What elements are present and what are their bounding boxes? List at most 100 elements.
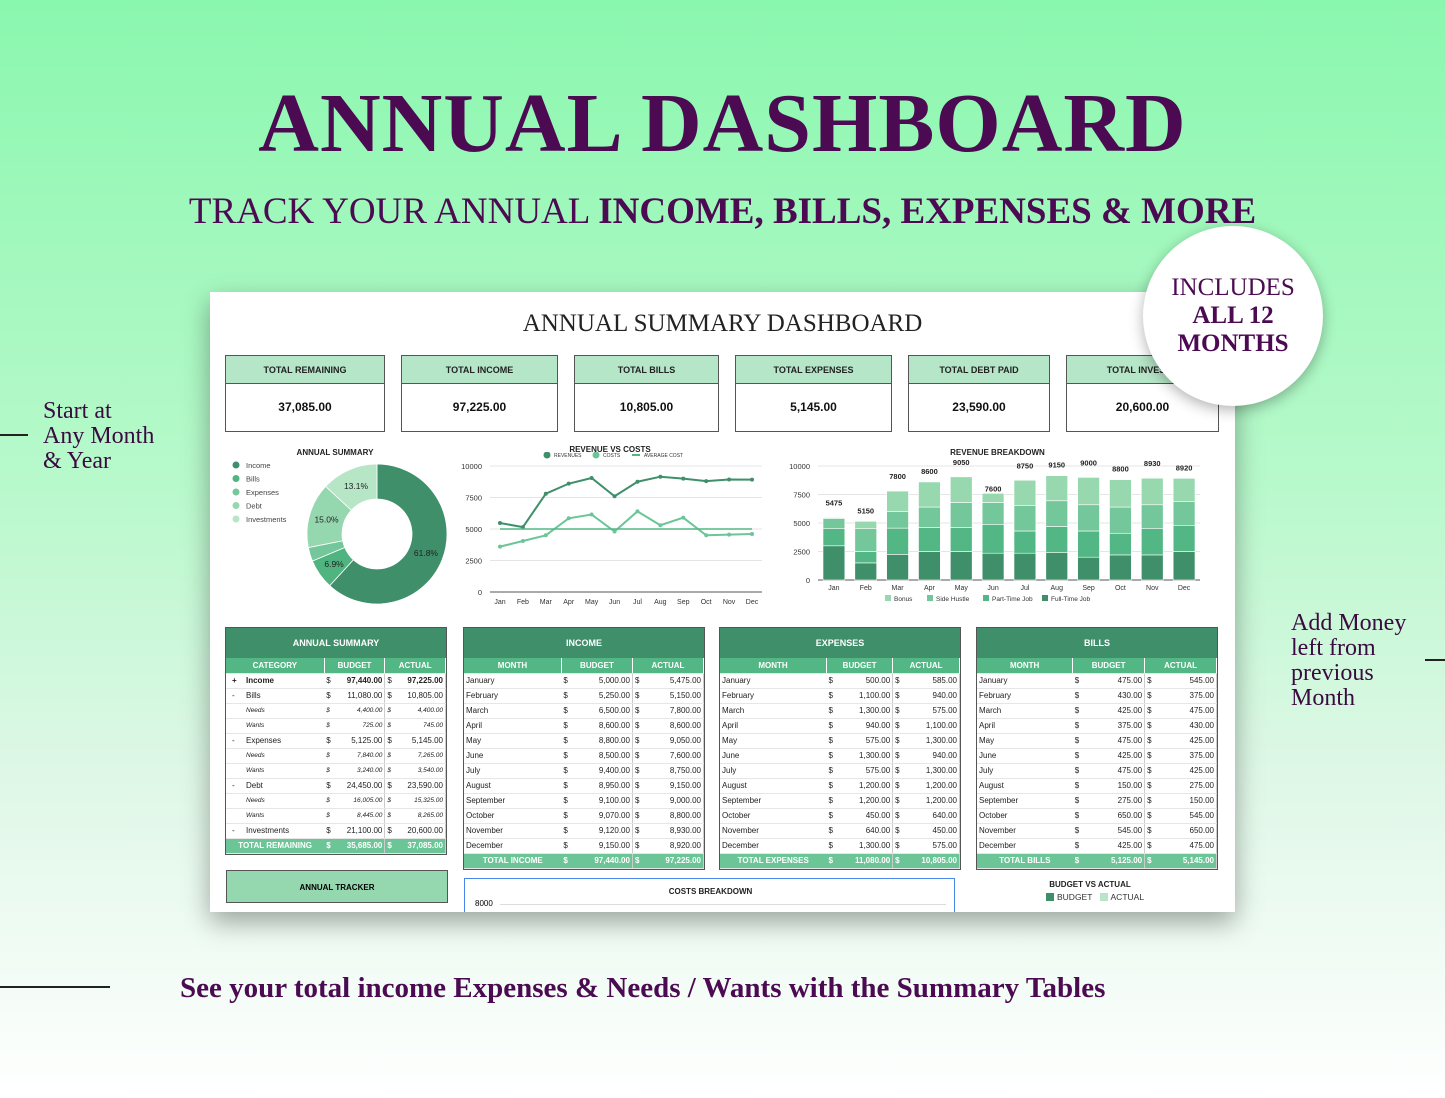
currency: $ (384, 703, 395, 719)
actual-cell: 5,150.00 (642, 688, 705, 704)
slice-label: 15.0% (314, 515, 339, 525)
bottom-caption: See your total income Expenses & Needs /… (180, 972, 1106, 1004)
data-point (750, 477, 754, 482)
table-row: December $1,300.00 $575.00 (720, 838, 960, 854)
kpi-value: 23,590.00 (952, 400, 1006, 414)
x-tick: Jul (1020, 585, 1029, 592)
currency: $ (1072, 793, 1083, 809)
currency: $ (1144, 778, 1155, 794)
table-row: November $9,120.00 $8,930.00 (464, 823, 705, 839)
bar-segment-side-hustle (822, 518, 846, 530)
legend-dot (232, 502, 240, 509)
actual-cell: 450.00 (902, 823, 960, 839)
currency: $ (561, 823, 572, 839)
currency: $ (324, 763, 335, 779)
expand-toggle[interactable]: + (232, 676, 246, 685)
currency: $ (324, 703, 335, 719)
currency: $ (1144, 733, 1155, 749)
table-row: Needs $16,005.00 $15,325.00 (226, 793, 446, 809)
bottom-divider (0, 986, 110, 988)
budget-cell: 9,400.00 (571, 763, 633, 779)
header-row: MONTH BUDGET ACTUAL (464, 658, 705, 674)
actual-cell: 275.00 (1154, 778, 1217, 794)
kpi-card: TOTAL DEBT PAID 23,590.00 (908, 355, 1050, 432)
month-cell: April (720, 718, 827, 734)
budget-cell: 11,080.00 (334, 688, 386, 704)
bar-segment-side-hustle (1172, 501, 1196, 526)
data-point (681, 476, 686, 481)
budget-cell: 575.00 (836, 733, 894, 749)
subtitle-bold: INCOME, BILLS, EXPENSES & MORE (598, 191, 1257, 232)
currency: $ (384, 733, 395, 749)
bar-total-label: 8750 (1017, 461, 1034, 470)
currency: $ (632, 733, 643, 749)
month-cell: March (464, 703, 562, 719)
total-label: TOTAL INCOME (464, 853, 562, 869)
currency: $ (1144, 823, 1155, 839)
expand-toggle[interactable]: - (232, 781, 246, 790)
expand-toggle[interactable]: - (232, 826, 246, 835)
x-tick: Jul (633, 599, 642, 606)
budget-cell: 575.00 (836, 763, 894, 779)
bar-segment-full-time-job (886, 554, 909, 581)
expand-toggle[interactable]: - (232, 691, 246, 700)
bar-total-label: 9150 (1048, 461, 1065, 470)
month-cell: March (720, 703, 827, 719)
actual-cell: 745.00 (394, 718, 446, 734)
bar-segment-full-time-job (1013, 552, 1037, 581)
currency: $ (826, 793, 837, 809)
data-point (727, 477, 732, 482)
data-point (658, 474, 663, 479)
y-tick: 7500 (793, 491, 810, 500)
budget-cell: 16,005.00 (334, 793, 386, 809)
currency: $ (384, 673, 395, 689)
category-label: Wants (246, 812, 265, 819)
budget-cell: 9,070.00 (571, 808, 633, 824)
data-point (566, 516, 571, 521)
data-point (498, 544, 502, 549)
revenue-breakdown-chart: 0 2500 5000 7500 10000 5475 Jan 5150 Feb 7800 Mar 8… (789, 458, 1200, 603)
legend-label: Expenses (246, 488, 279, 497)
expand-toggle[interactable]: - (232, 736, 246, 745)
legend-swatch (1046, 893, 1054, 901)
data-point (635, 509, 640, 514)
legend-swatch (885, 595, 891, 601)
annual-tracker-button[interactable]: ANNUAL TRACKER (226, 870, 448, 903)
actual-cell: 7,800.00 (642, 703, 705, 719)
kpi-label: TOTAL BILLS (575, 356, 718, 384)
category-cell: Wants (226, 763, 325, 779)
currency: $ (1072, 748, 1083, 764)
bar-segment-side-hustle (950, 502, 973, 528)
bar-segment-part-time-job (1013, 530, 1037, 554)
bar-segment-side-hustle (918, 506, 941, 528)
bar-segment-full-time-job (918, 551, 941, 581)
budget-cell: 450.00 (836, 808, 894, 824)
currency: $ (1144, 763, 1155, 779)
expenses-table: EXPENSES MONTH BUDGET ACTUAL January $500.00 $… (719, 627, 961, 870)
budget-cell: 1,200.00 (836, 778, 894, 794)
actual-cell: 7,265.00 (394, 748, 446, 764)
budget-cell: 475.00 (1082, 763, 1146, 779)
currency: $ (384, 688, 395, 704)
currency: $ (1144, 688, 1155, 704)
table-row: July $9,400.00 $8,750.00 (464, 763, 705, 779)
currency: $ (561, 778, 572, 794)
currency: $ (826, 718, 837, 734)
table-row: August $1,200.00 $1,200.00 (720, 778, 960, 794)
y-tick: 5000 (465, 525, 482, 534)
income-table: INCOME MONTH BUDGET ACTUAL January $5,000.00 $… (463, 627, 705, 870)
badge-line: MONTHS (1177, 330, 1289, 357)
x-tick: Nov (1146, 585, 1159, 592)
actual-cell: 10,805.00 (394, 688, 446, 704)
badge-line: INCLUDES (1171, 274, 1295, 301)
x-tick: Nov (723, 599, 736, 606)
x-tick: Feb (860, 585, 872, 592)
col-header: ACTUAL (1144, 658, 1217, 674)
currency: $ (324, 823, 335, 839)
y-tick: 0 (806, 576, 810, 585)
actual-cell: 425.00 (1154, 733, 1217, 749)
actual-cell: 150.00 (1154, 793, 1217, 809)
table-row: September $1,200.00 $1,200.00 (720, 793, 960, 809)
month-cell: August (720, 778, 827, 794)
currency: $ (561, 718, 572, 734)
